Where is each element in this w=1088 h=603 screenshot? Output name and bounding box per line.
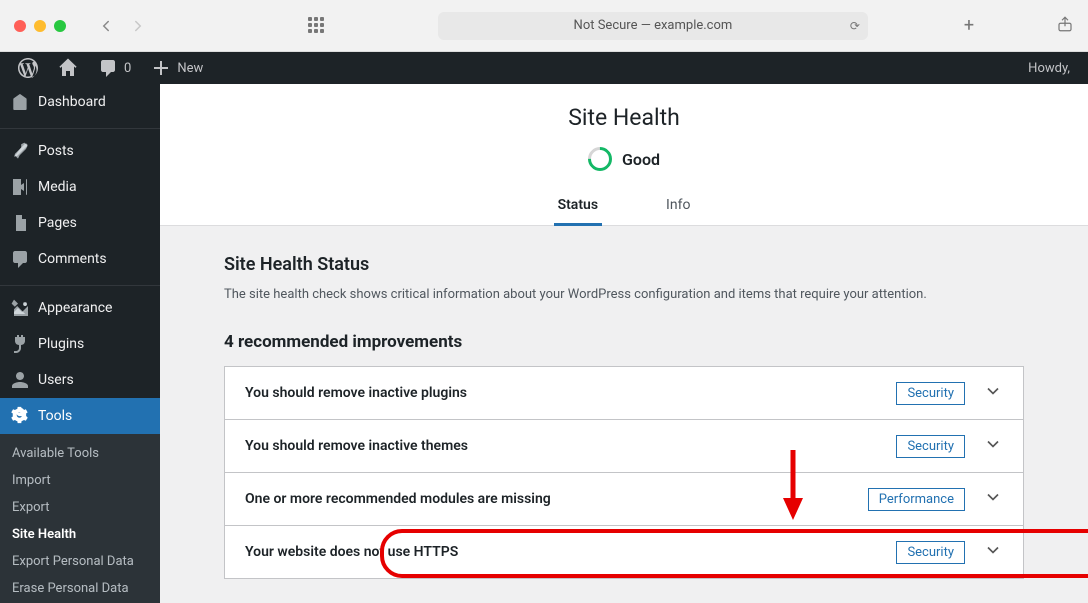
main-content: Site Health Good Status Info Site Health… xyxy=(160,84,1088,603)
comments-bubble[interactable]: 0 xyxy=(88,52,141,84)
content-wrapper: Site Health Status The site health check… xyxy=(160,226,1088,603)
window-controls xyxy=(14,20,66,32)
recommendation-label: One or more recommended modules are miss… xyxy=(245,491,551,507)
chevron-down-icon xyxy=(983,381,1003,405)
sidebar-item-tools[interactable]: Tools xyxy=(0,398,160,434)
submenu-erase-personal-data[interactable]: Erase Personal Data xyxy=(0,575,160,602)
recommendations-title: 4 recommended improvements xyxy=(224,332,1024,352)
address-text: Not Secure — example.com xyxy=(574,18,733,33)
health-status-text: Good xyxy=(622,150,660,169)
maximize-window-button[interactable] xyxy=(54,20,66,32)
wp-admin-bar: 0 New Howdy, xyxy=(0,52,1088,84)
page-title: Site Health xyxy=(160,104,1088,131)
address-bar[interactable]: Not Secure — example.com ⟳ xyxy=(438,12,868,40)
tools-submenu: Available Tools Import Export Site Healt… xyxy=(0,434,160,603)
comments-count: 0 xyxy=(124,61,131,76)
status-section-title: Site Health Status xyxy=(224,254,1024,275)
tab-status[interactable]: Status xyxy=(554,187,602,226)
new-label: New xyxy=(177,61,203,76)
recommendation-label: You should remove inactive plugins xyxy=(245,385,467,401)
sidebar-item-appearance[interactable]: Appearance xyxy=(0,290,160,326)
category-badge: Security xyxy=(896,541,965,564)
recommendation-row[interactable]: You should remove inactive plugins Secur… xyxy=(225,367,1023,420)
minimize-window-button[interactable] xyxy=(34,20,46,32)
submenu-export-personal-data[interactable]: Export Personal Data xyxy=(0,548,160,575)
category-badge: Security xyxy=(896,435,965,458)
recommendation-label: You should remove inactive themes xyxy=(245,438,468,454)
tab-info[interactable]: Info xyxy=(662,187,694,225)
recommendations-list: You should remove inactive plugins Secur… xyxy=(224,366,1024,579)
back-button[interactable] xyxy=(94,14,118,38)
sidebar-item-pages[interactable]: Pages xyxy=(0,205,160,241)
sidebar-item-users[interactable]: Users xyxy=(0,362,160,398)
browser-toolbar: Not Secure — example.com ⟳ + xyxy=(0,0,1088,52)
sidebar-item-comments[interactable]: Comments xyxy=(0,241,160,277)
submenu-import[interactable]: Import xyxy=(0,467,160,494)
user-greeting[interactable]: Howdy, xyxy=(1018,52,1080,84)
submenu-export[interactable]: Export xyxy=(0,494,160,521)
health-header: Site Health Good Status Info xyxy=(160,84,1088,226)
chevron-down-icon xyxy=(983,487,1003,511)
sidebar-item-media[interactable]: Media xyxy=(0,169,160,205)
recommendation-row[interactable]: Your website does not use HTTPS Security xyxy=(225,526,1023,578)
recommendation-row[interactable]: One or more recommended modules are miss… xyxy=(225,473,1023,526)
forward-button[interactable] xyxy=(126,14,150,38)
status-section-desc: The site health check shows critical inf… xyxy=(224,287,1024,302)
chevron-down-icon xyxy=(983,540,1003,564)
sidebar-item-plugins[interactable]: Plugins xyxy=(0,326,160,362)
chevron-down-icon xyxy=(983,434,1003,458)
home-icon[interactable] xyxy=(48,52,88,84)
submenu-available-tools[interactable]: Available Tools xyxy=(0,440,160,467)
health-status-indicator: Good xyxy=(160,147,1088,171)
sidebar-item-dashboard[interactable]: Dashboard xyxy=(0,84,160,120)
recommendation-row[interactable]: You should remove inactive themes Securi… xyxy=(225,420,1023,473)
health-tabs: Status Info xyxy=(160,187,1088,226)
share-icon[interactable] xyxy=(1056,15,1074,37)
category-badge: Performance xyxy=(868,488,965,511)
new-tab-button[interactable]: + xyxy=(964,15,974,36)
reload-icon[interactable]: ⟳ xyxy=(850,19,860,33)
submenu-site-health[interactable]: Site Health xyxy=(0,521,160,548)
new-content-button[interactable]: New xyxy=(141,52,213,84)
wp-logo-icon[interactable] xyxy=(8,52,48,84)
close-window-button[interactable] xyxy=(14,20,26,32)
sidebar-item-posts[interactable]: Posts xyxy=(0,133,160,169)
recommendation-label: Your website does not use HTTPS xyxy=(245,544,458,560)
admin-sidebar: Dashboard Posts Media Pages Comments App… xyxy=(0,84,160,603)
apps-grid-icon[interactable] xyxy=(308,17,326,35)
health-status-icon xyxy=(583,142,617,176)
category-badge: Security xyxy=(896,382,965,405)
